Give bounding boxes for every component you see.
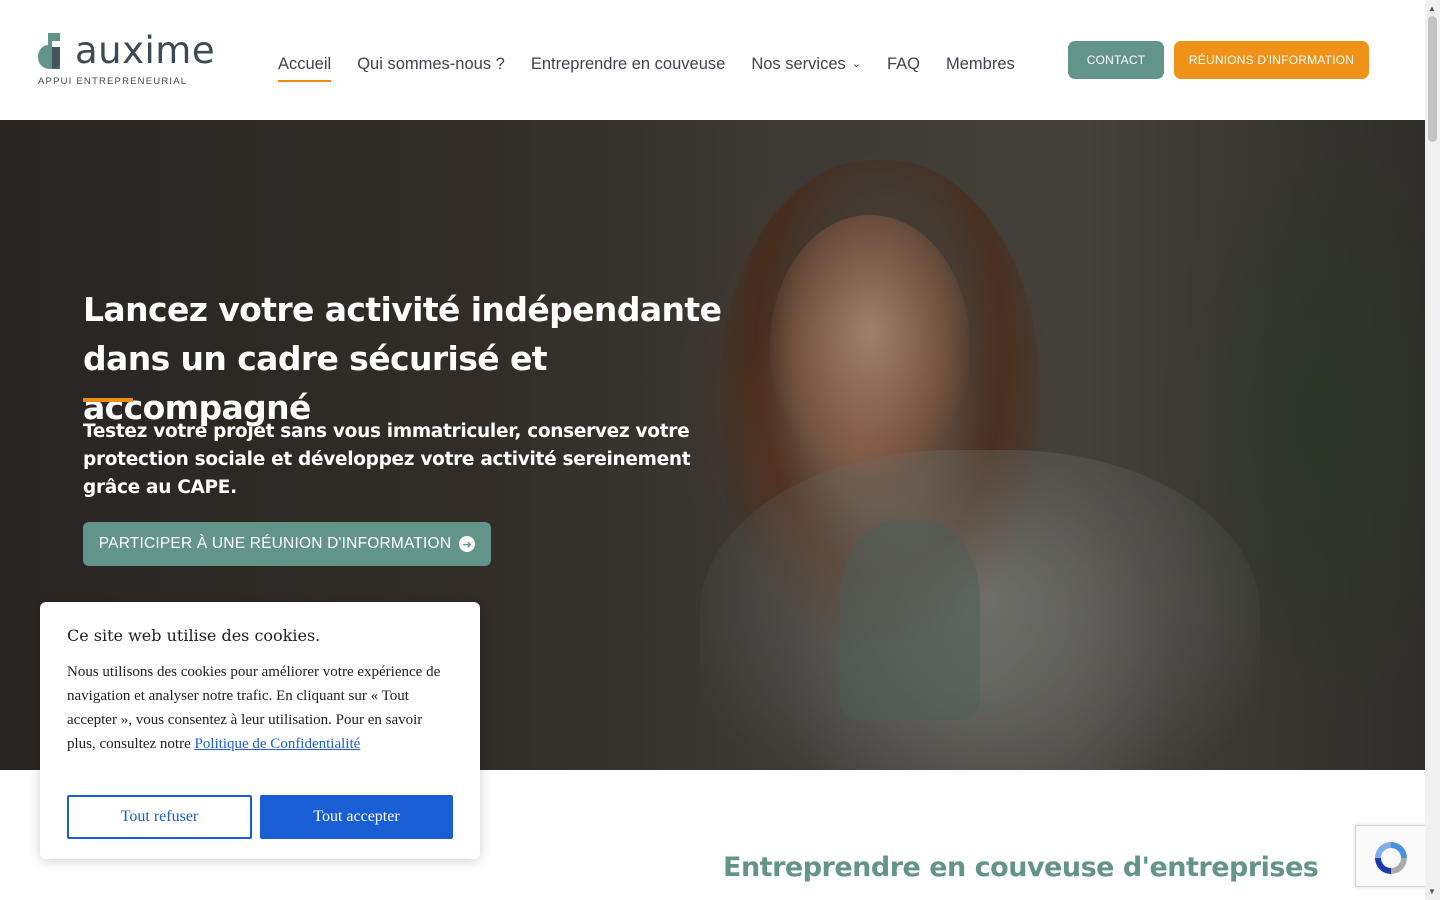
nav-item-nos-services[interactable]: Nos services ⌄ bbox=[751, 55, 861, 74]
nav-item-entreprendre-en-couveuse[interactable]: Entreprendre en couveuse bbox=[531, 55, 725, 74]
nav-item-qui-sommes-nous[interactable]: Qui sommes-nous ? bbox=[357, 55, 505, 74]
logo-tagline: APPUI ENTREPRENEURIAL bbox=[38, 76, 188, 87]
cookie-title: Ce site web utilise des cookies. bbox=[67, 626, 321, 645]
scroll-down-icon[interactable]: ▼ bbox=[1428, 887, 1436, 896]
cookie-body: Nous utilisons des cookies pour améliore… bbox=[67, 660, 442, 756]
hero-cta-button[interactable]: PARTICIPER À UNE RÉUNION D'INFORMATION ➜ bbox=[83, 522, 491, 566]
cookie-refuse-button[interactable]: Tout refuser bbox=[67, 795, 252, 839]
logo-wordmark: auxime bbox=[75, 29, 216, 72]
nav-item-faq[interactable]: FAQ bbox=[887, 55, 920, 74]
nav-item-accueil[interactable]: Accueil bbox=[278, 55, 332, 82]
scrollbar-thumb[interactable] bbox=[1428, 16, 1437, 142]
hero-accent-rule bbox=[83, 398, 133, 402]
section-title-couveuse: Entreprendre en couveuse d'entreprises bbox=[723, 852, 1319, 883]
main-nav: Accueil Qui sommes-nous ? Entreprendre e… bbox=[278, 52, 1041, 82]
chevron-down-icon: ⌄ bbox=[851, 57, 861, 70]
recaptcha-icon bbox=[1375, 842, 1407, 874]
site-logo[interactable]: auxime APPUI ENTREPRENEURIAL bbox=[38, 29, 223, 89]
page-scrollbar[interactable]: ▲ ▼ bbox=[1425, 0, 1440, 900]
reunions-information-button[interactable]: RÉUNIONS D'INFORMATION bbox=[1174, 41, 1369, 79]
contact-button[interactable]: CONTACT bbox=[1068, 41, 1164, 79]
cookie-banner: Ce site web utilise des cookies. Nous ut… bbox=[40, 602, 480, 859]
hero-title: Lancez votre activité indépendante dans … bbox=[83, 290, 722, 427]
hero-description: Testez votre projet sans vous immatricul… bbox=[83, 421, 691, 498]
hero-cta-label: PARTICIPER À UNE RÉUNION D'INFORMATION bbox=[98, 535, 452, 552]
scroll-up-icon[interactable]: ▲ bbox=[1428, 4, 1436, 13]
nav-item-nos-services-label: Nos services bbox=[751, 54, 846, 73]
recaptcha-badge[interactable] bbox=[1355, 825, 1425, 887]
cookie-accept-button[interactable]: Tout accepter bbox=[260, 795, 453, 839]
logo-mark-icon bbox=[38, 33, 60, 69]
arrow-circle-right-icon: ➜ bbox=[459, 536, 476, 552]
nav-item-membres[interactable]: Membres bbox=[946, 55, 1015, 74]
site-header: auxime APPUI ENTREPRENEURIAL Accueil Qui… bbox=[0, 0, 1425, 120]
privacy-policy-link[interactable]: Politique de Confidentialité bbox=[194, 736, 360, 752]
